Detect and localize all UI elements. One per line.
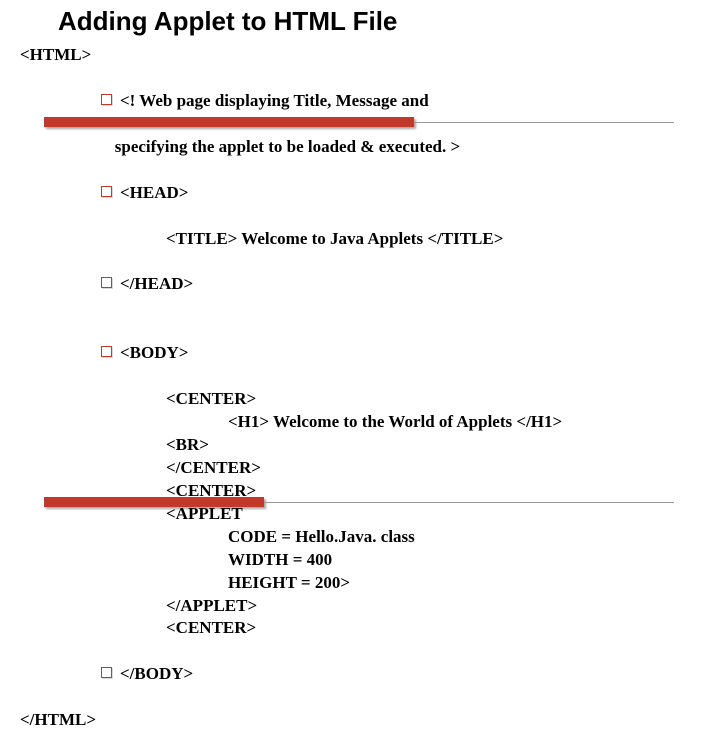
code-line: <BODY> — [20, 319, 700, 388]
bullet-icon — [101, 94, 112, 105]
code-text: <HEAD> — [120, 183, 189, 202]
code-line: HEIGHT = 200> — [20, 572, 700, 595]
code-line: </HTML> — [20, 709, 700, 732]
code-block: <HTML> <! Web page displaying Title, Mes… — [20, 44, 700, 732]
code-line: </HEAD> — [20, 250, 700, 319]
code-line: </APPLET> — [20, 595, 700, 618]
code-line: WIDTH = 400 — [20, 549, 700, 572]
code-line: <! Web page displaying Title, Message an… — [20, 67, 700, 136]
code-line: <CENTER> — [20, 617, 700, 640]
code-line: </BODY> — [20, 640, 700, 709]
code-text: </HEAD> — [120, 274, 193, 293]
bullet-icon — [101, 186, 112, 197]
code-line: <CENTER> — [20, 388, 700, 411]
code-line: <CENTER> — [20, 480, 700, 503]
code-text: </BODY> — [120, 664, 193, 683]
code-line: </CENTER> — [20, 457, 700, 480]
code-line: <HEAD> — [20, 159, 700, 228]
code-line: <BR> — [20, 434, 700, 457]
code-text: <BODY> — [120, 343, 189, 362]
code-line: <H1> Welcome to the World of Applets </H… — [20, 411, 700, 434]
code-line: <TITLE> Welcome to Java Applets </TITLE> — [20, 228, 700, 251]
bullet-icon — [101, 277, 112, 288]
code-line: <HTML> — [20, 44, 700, 67]
code-line: CODE = Hello.Java. class — [20, 526, 700, 549]
slide-title: Adding Applet to HTML File — [58, 6, 397, 37]
code-text: <! Web page displaying Title, Message an… — [120, 91, 429, 110]
bullet-icon — [101, 346, 112, 357]
code-line: <APPLET — [20, 503, 700, 526]
bullet-icon — [101, 667, 112, 678]
code-line: specifying the applet to be loaded & exe… — [20, 136, 700, 159]
